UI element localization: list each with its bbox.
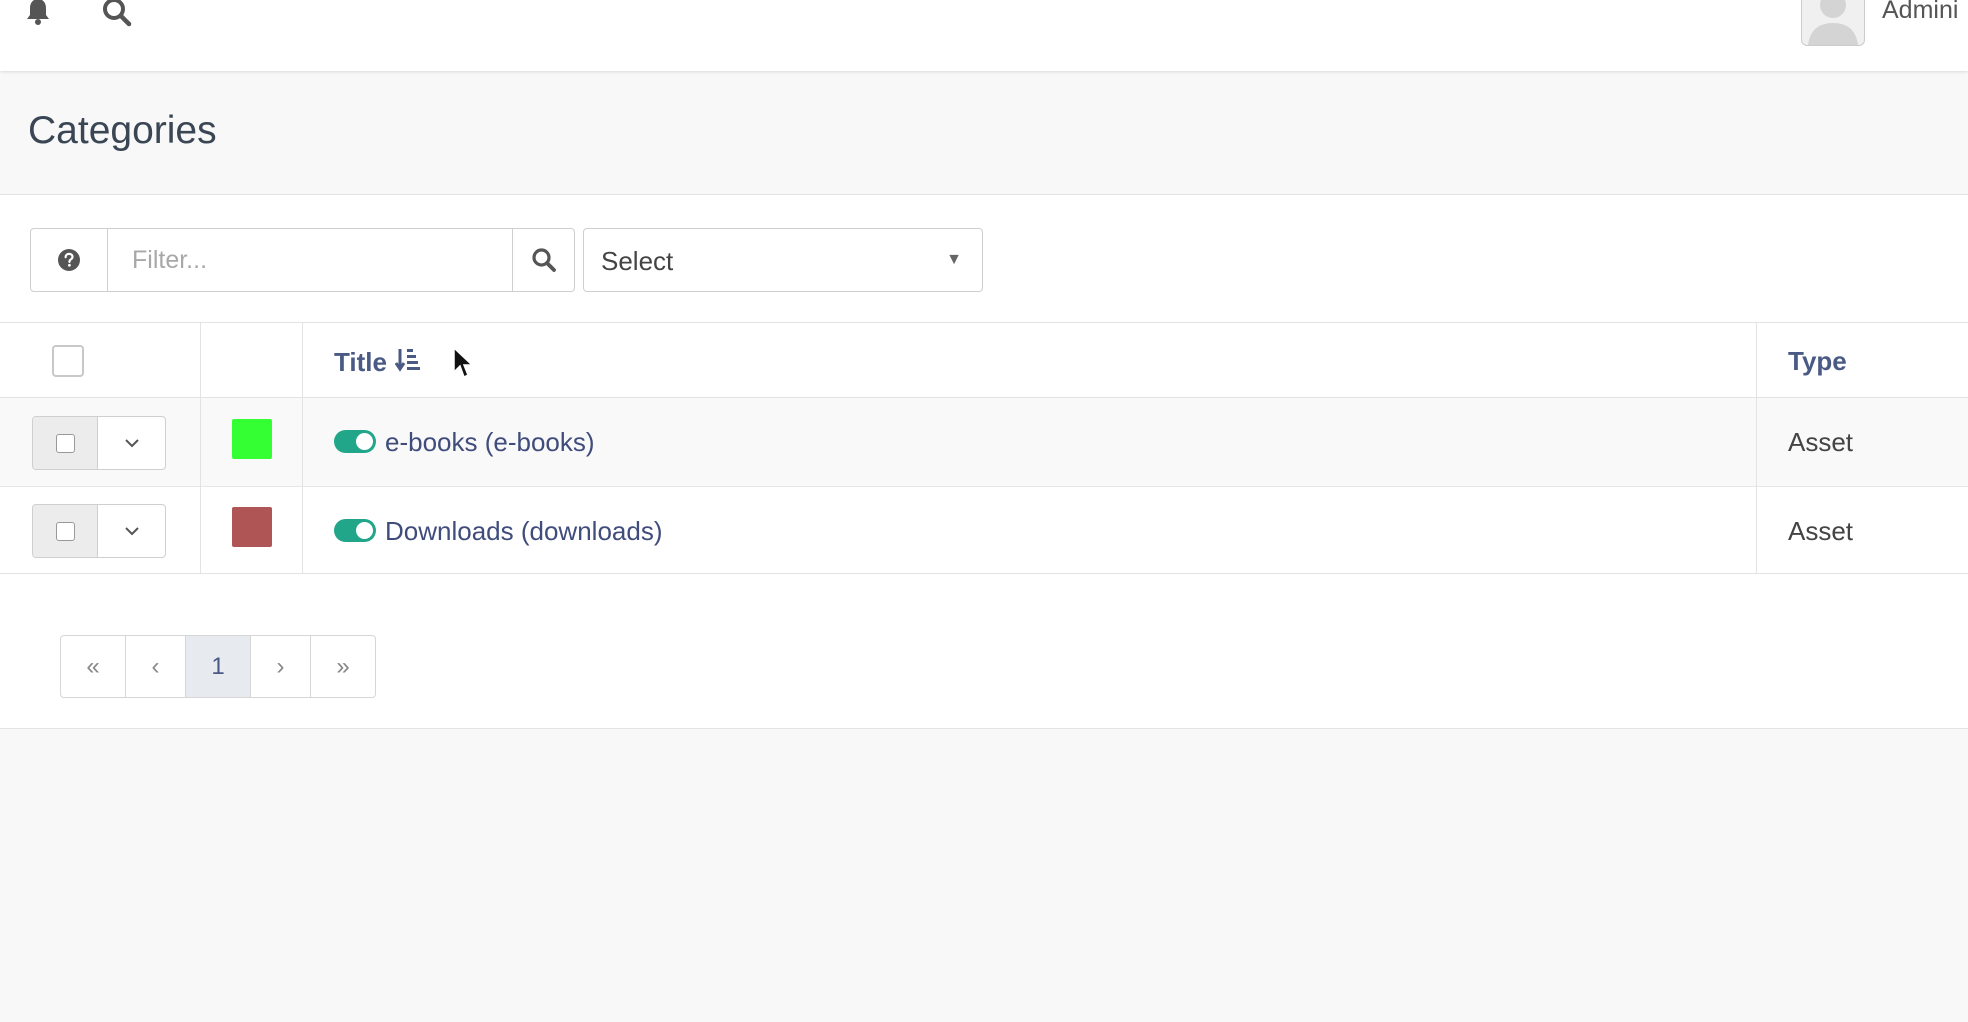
column-divider [1756,323,1757,573]
pagination-next[interactable]: › [251,636,311,697]
row-checkbox[interactable] [33,417,98,469]
avatar[interactable] [1801,0,1865,46]
column-type-header[interactable]: Type [1788,346,1847,377]
top-navbar: Admini [0,0,1968,71]
published-toggle[interactable] [334,430,376,453]
column-divider [200,323,201,573]
category-link[interactable]: e-books (e-books) [385,427,595,458]
column-divider [302,323,303,573]
row-checkbox[interactable] [33,505,98,557]
filter-input[interactable] [108,229,512,291]
select-value: Select [601,246,674,276]
filter-search-button[interactable] [512,229,574,291]
question-circle-icon[interactable] [31,229,108,291]
row-actions-group [32,416,166,470]
caret-down-icon: ▼ [946,251,962,268]
search-icon [531,248,556,272]
row-actions-dropdown[interactable] [98,417,165,469]
mouse-cursor-icon [452,346,474,385]
search-icon[interactable] [101,0,133,28]
chevron-down-icon [124,439,139,448]
user-name[interactable]: Admini [1882,0,1958,25]
category-type-select[interactable]: Select ▼ [583,228,983,292]
color-swatch [232,507,272,547]
color-swatch [232,419,272,459]
table-row: Downloads (downloads) Asset [0,487,1968,573]
table-row: e-books (e-books) Asset [0,398,1968,487]
table-header-row: Title Type [0,323,1968,398]
categories-table: Title Type e-books (e-books) Asset Downl… [0,322,1968,574]
bell-icon[interactable] [22,0,54,28]
select-all-checkbox[interactable] [52,345,84,377]
column-title-label: Title [334,347,387,377]
column-title-header[interactable]: Title [334,346,421,379]
category-type: Asset [1788,516,1854,546]
page-header: Categories [0,71,1968,195]
pagination-last[interactable]: » [311,636,375,697]
published-toggle[interactable] [334,519,376,542]
filter-group [30,228,575,292]
row-actions-group [32,504,166,558]
pagination-page-current[interactable]: 1 [186,636,251,697]
page-title: Categories [28,109,217,152]
chevron-down-icon [124,527,139,536]
pagination: « ‹ 1 › » [60,635,376,698]
pagination-prev[interactable]: ‹ [126,636,186,697]
category-link[interactable]: Downloads (downloads) [385,516,662,547]
categories-panel: Select ▼ Title Type [0,195,1968,729]
pagination-first[interactable]: « [61,636,126,697]
row-actions-dropdown[interactable] [98,505,165,557]
category-type: Asset [1788,427,1854,457]
sort-amount-asc-icon [394,346,421,379]
